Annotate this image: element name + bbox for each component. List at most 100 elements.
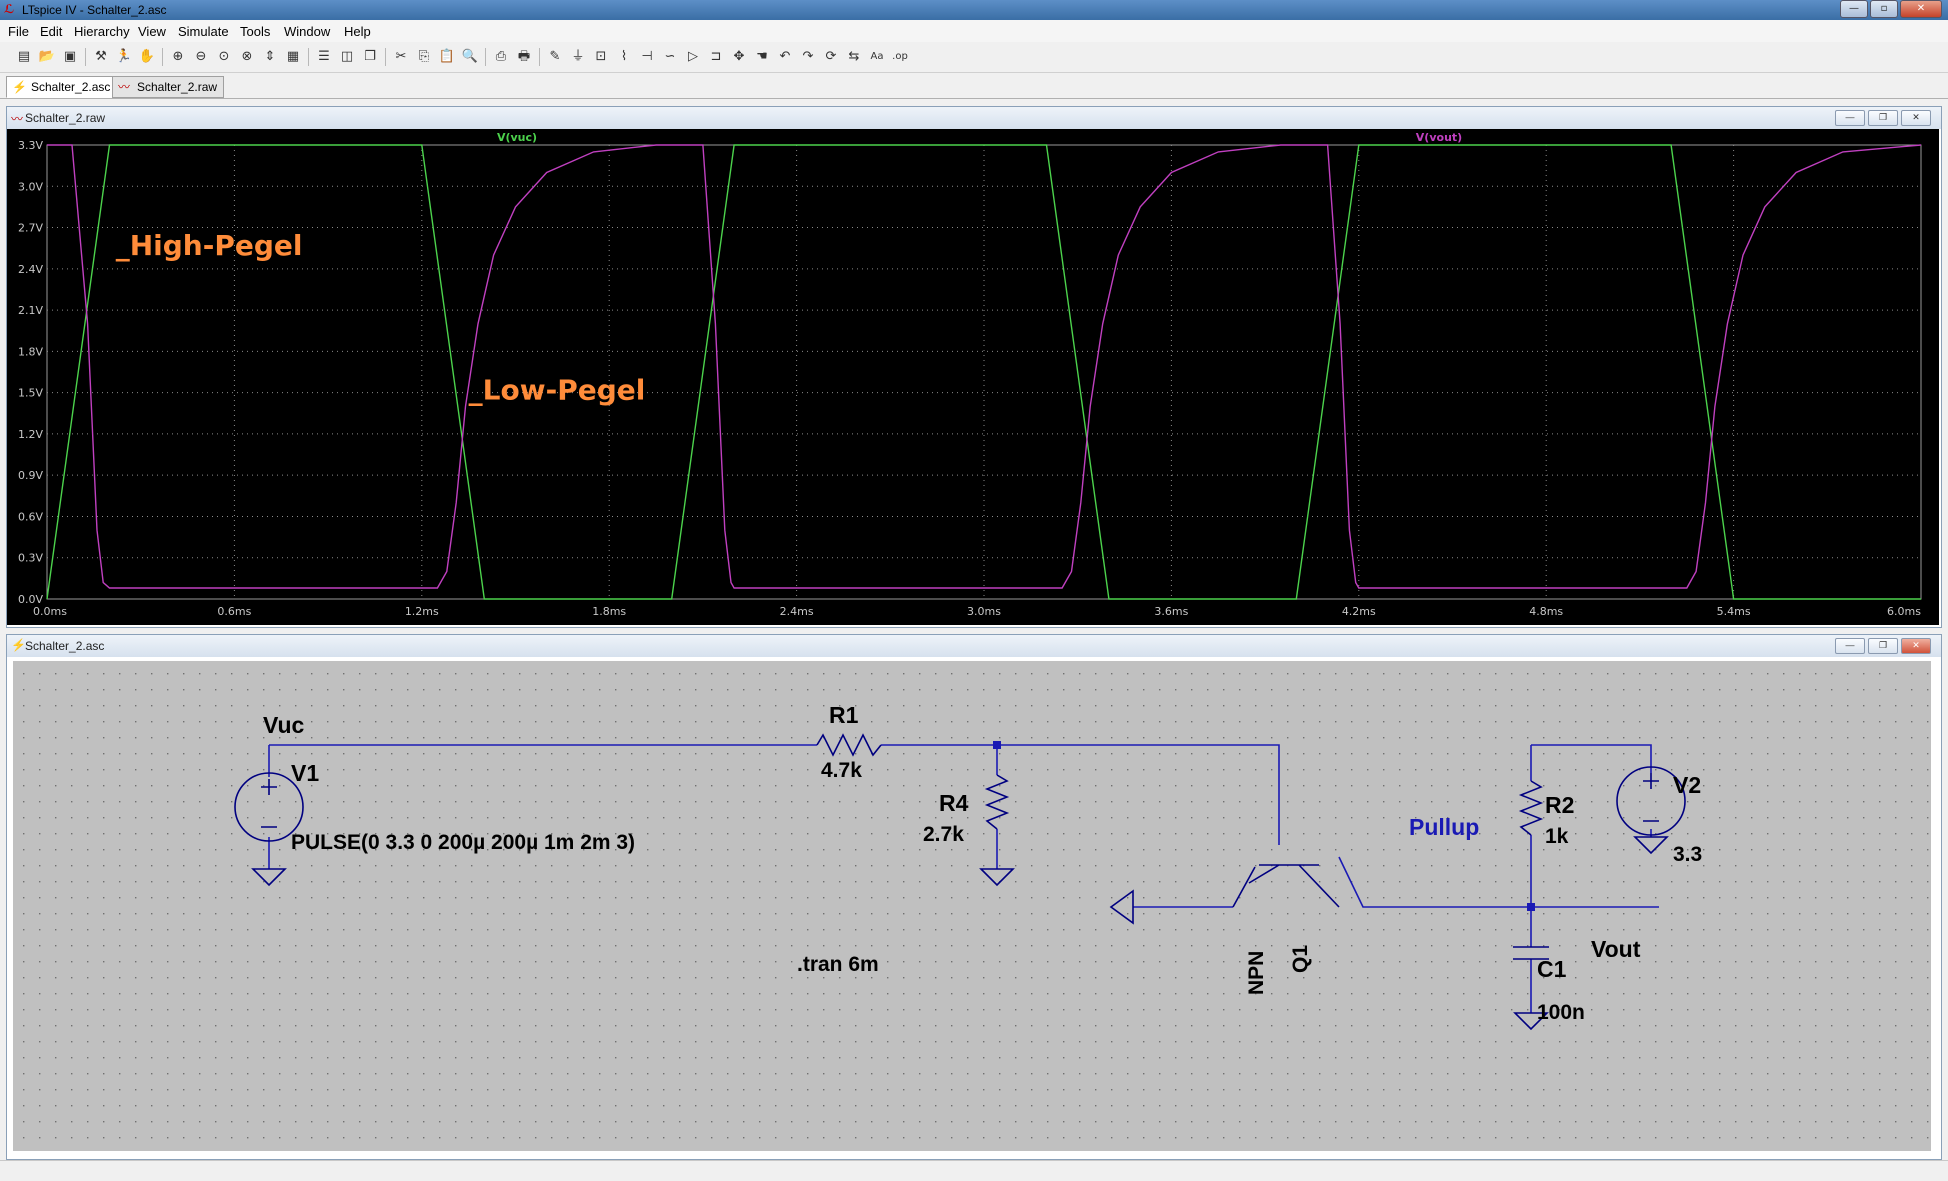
r1-name[interactable]: R1 xyxy=(829,702,859,728)
zoom-full-icon[interactable]: ⊙ xyxy=(214,47,234,67)
trace-label[interactable]: V(vout) xyxy=(1416,131,1462,144)
tile-horizontal-icon[interactable]: ☰ xyxy=(314,47,334,67)
minimize-window-button[interactable]: — xyxy=(1840,0,1868,18)
x-tick-label: 0.6ms xyxy=(217,605,251,618)
redo-icon[interactable]: ↷ xyxy=(798,47,818,67)
trace-label[interactable]: V(vuc) xyxy=(497,131,537,144)
move-icon[interactable]: ✥ xyxy=(729,47,749,67)
schematic-restore-button[interactable]: ❐ xyxy=(1868,638,1898,654)
zoom-in-icon[interactable]: ⊕ xyxy=(168,47,188,67)
schematic-canvas[interactable]: Vuc V1 PULSE(0 3.3 0 200µ 200µ 1m 2m 3) … xyxy=(7,657,1939,1157)
find-icon[interactable]: 🔍 xyxy=(460,47,480,67)
v1-name[interactable]: V1 xyxy=(291,760,319,786)
new-schematic-icon[interactable]: ▤ xyxy=(14,47,34,67)
spice-directive-icon[interactable]: .op xyxy=(890,47,910,67)
c1-value[interactable]: 100n xyxy=(1537,1001,1585,1024)
tab-schalter-asc[interactable]: ⚡ Schalter_2.asc xyxy=(6,76,118,98)
text-icon[interactable]: Aa xyxy=(867,47,887,67)
x-tick-label: 0.0ms xyxy=(33,605,67,618)
paste-icon[interactable]: 📋 xyxy=(437,47,457,67)
tab-label: Schalter_2.raw xyxy=(137,80,218,94)
schematic-icon: ⚡ xyxy=(11,638,26,652)
c1-name[interactable]: C1 xyxy=(1537,956,1567,982)
y-tick-label: 2.7V xyxy=(18,222,43,235)
control-panel-icon[interactable]: ⚒ xyxy=(91,47,111,67)
zoom-cancel-icon[interactable]: ⊗ xyxy=(237,47,257,67)
r1-value[interactable]: 4.7k xyxy=(821,759,862,782)
v2-value[interactable]: 3.3 xyxy=(1673,843,1702,866)
cascade-icon[interactable]: ❐ xyxy=(360,47,380,67)
open-icon[interactable]: 📂 xyxy=(37,47,57,67)
menu-simulate[interactable]: Simulate xyxy=(178,24,229,39)
plot-annotation[interactable]: _Low-Pegel xyxy=(469,374,646,407)
halt-icon[interactable]: ✋ xyxy=(137,47,157,67)
grid-icon[interactable]: ▦ xyxy=(283,47,303,67)
r2-name[interactable]: R2 xyxy=(1545,792,1574,818)
schematic-window-caption: ⚡ Schalter_2.asc — ❐ ✕ xyxy=(7,635,1941,657)
spice-directive[interactable]: .tran 6m xyxy=(797,953,879,976)
menu-file[interactable]: File xyxy=(8,24,29,39)
autorange-icon[interactable]: ⇕ xyxy=(260,47,280,67)
maximize-window-button[interactable]: ▫ xyxy=(1870,0,1898,18)
tab-schalter-raw[interactable]: 〰 Schalter_2.raw xyxy=(112,76,225,98)
schematic-minimize-button[interactable]: — xyxy=(1835,638,1865,654)
menu-help[interactable]: Help xyxy=(344,24,371,39)
plot-window-caption: 〰 Schalter_2.raw — ❐ ✕ xyxy=(7,107,1941,129)
r4-value[interactable]: 2.7k xyxy=(923,823,964,846)
title-bar: ℒ LTspice IV - Schalter_2.asc — ▫ ✕ xyxy=(0,0,1948,20)
ltspice-app-icon: ℒ xyxy=(4,2,15,16)
copy-icon[interactable]: ⎘ xyxy=(414,47,434,67)
wire-icon[interactable]: ✎ xyxy=(545,47,565,67)
y-tick-label: 0.9V xyxy=(18,469,43,482)
cut-icon[interactable]: ✂ xyxy=(391,47,411,67)
menu-tools[interactable]: Tools xyxy=(240,24,270,39)
net-label-vuc[interactable]: Vuc xyxy=(263,712,305,738)
v1-value[interactable]: PULSE(0 3.3 0 200µ 200µ 1m 2m 3) xyxy=(291,831,635,854)
x-tick-label: 2.4ms xyxy=(780,605,814,618)
drag-icon[interactable]: ☚ xyxy=(752,47,772,67)
toolbar-separator xyxy=(485,48,486,66)
schematic-icon: ⚡ xyxy=(12,80,27,94)
x-tick-label: 1.8ms xyxy=(592,605,626,618)
y-tick-label: 0.3V xyxy=(18,552,43,565)
diode-icon[interactable]: ▷ xyxy=(683,47,703,67)
ground-icon[interactable]: ⏚ xyxy=(568,47,588,67)
zoom-out-icon[interactable]: ⊖ xyxy=(191,47,211,67)
run-icon[interactable]: 🏃 xyxy=(114,47,134,67)
tile-vertical-icon[interactable]: ◫ xyxy=(337,47,357,67)
q1-name[interactable]: Q1 xyxy=(1289,945,1312,973)
plot-annotation[interactable]: _High-Pegel xyxy=(116,229,303,262)
net-label-vout[interactable]: Vout xyxy=(1591,936,1641,962)
toolbar-separator xyxy=(308,48,309,66)
pullup-comment[interactable]: Pullup xyxy=(1409,814,1479,840)
capacitor-icon[interactable]: ⊣ xyxy=(637,47,657,67)
menu-view[interactable]: View xyxy=(138,24,166,39)
x-tick-label: 3.6ms xyxy=(1154,605,1188,618)
v2-name[interactable]: V2 xyxy=(1673,772,1701,798)
rotate-icon[interactable]: ⟳ xyxy=(821,47,841,67)
menu-window[interactable]: Window xyxy=(284,24,330,39)
schematic-window: ⚡ Schalter_2.asc — ❐ ✕ Vuc V1 PULSE(0 3.… xyxy=(6,634,1942,1160)
close-window-button[interactable]: ✕ xyxy=(1900,0,1942,18)
component-icon[interactable]: ⊐ xyxy=(706,47,726,67)
undo-icon[interactable]: ↶ xyxy=(775,47,795,67)
r2-value[interactable]: 1k xyxy=(1545,825,1569,848)
resistor-icon[interactable]: ⌇ xyxy=(614,47,634,67)
label-icon[interactable]: ⊡ xyxy=(591,47,611,67)
menu-hierarchy[interactable]: Hierarchy xyxy=(74,24,130,39)
schematic-close-button[interactable]: ✕ xyxy=(1901,638,1931,654)
r4-name[interactable]: R4 xyxy=(939,790,969,816)
status-bar xyxy=(0,1160,1948,1181)
plot-close-button[interactable]: ✕ xyxy=(1901,110,1931,126)
mirror-icon[interactable]: ⇆ xyxy=(844,47,864,67)
save-icon[interactable]: ▣ xyxy=(60,47,80,67)
toolbar: ▤ 📂 ▣ ⚒ 🏃 ✋ ⊕ ⊖ ⊙ ⊗ ⇕ ▦ ☰ ◫ ❐ ✂ ⎘ 📋 🔍 ⎙ 🖶 ✎ ⏚ ⊡ ⌇ ⊣ ∽ ▷ ⊐ ✥ ☚ ↶ ↷ ⟳ ⇆ Aa .op xyxy=(0,42,1948,73)
q1-model[interactable]: NPN xyxy=(1245,951,1268,995)
plot-restore-button[interactable]: ❐ xyxy=(1868,110,1898,126)
print-setup-icon[interactable]: ⎙ xyxy=(491,47,511,67)
plot-minimize-button[interactable]: — xyxy=(1835,110,1865,126)
inductor-icon[interactable]: ∽ xyxy=(660,47,680,67)
print-icon[interactable]: 🖶 xyxy=(514,47,534,67)
menu-edit[interactable]: Edit xyxy=(40,24,62,39)
waveform-plot[interactable]: 3.3V 3.0V 2.7V 2.4V 2.1V 1.8V 1.5V 1.2V 0.9V 0.6V… xyxy=(7,129,1939,625)
